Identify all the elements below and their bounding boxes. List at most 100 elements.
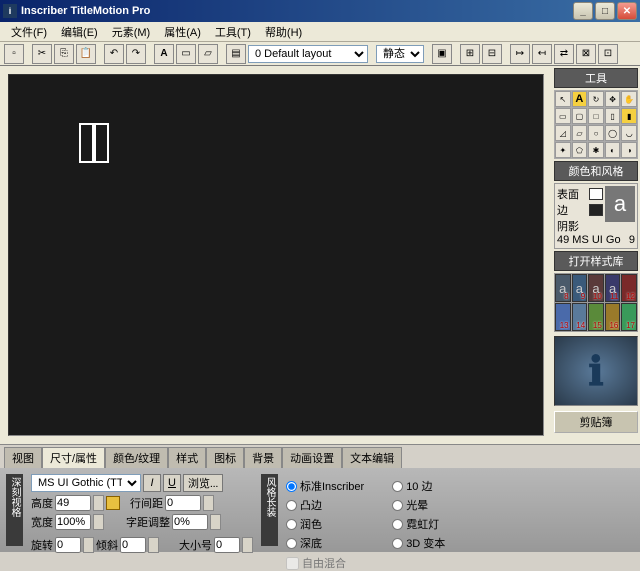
close-button[interactable]: ✕ [617,2,637,20]
menu-attr[interactable]: 属性(A) [157,24,208,40]
tab-anim[interactable]: 动画设置 [282,447,342,468]
rotate-spin[interactable] [83,537,94,553]
vtab-style[interactable]: 风格长装 [261,474,278,546]
tab-style[interactable]: 样式 [168,447,206,468]
italic-button[interactable]: I [143,474,161,492]
radio-neon[interactable]: 霓虹灯 [392,516,470,532]
burst-tool[interactable]: ✱ [588,142,604,158]
clipboard-button[interactable]: 剪贴簿 [554,411,638,433]
star-tool[interactable]: ✦ [555,142,571,158]
radio-3d[interactable]: 3D 变本 [392,535,470,551]
size-input[interactable] [214,537,240,553]
skew-spin[interactable] [148,537,159,553]
tab-color[interactable]: 颜色/纹理 [105,447,168,468]
shape-tool-button[interactable]: ▱ [198,44,218,64]
menu-element[interactable]: 元素(M) [105,24,158,40]
redo-button[interactable]: ↷ [126,44,146,64]
menu-help[interactable]: 帮助(H) [258,24,309,40]
tab-size[interactable]: 尺寸/属性 [42,447,105,468]
linesp-input[interactable] [165,495,201,511]
width-input[interactable] [55,514,91,530]
layout-select[interactable]: 0 Default layout [248,45,368,63]
style-cell[interactable]: a11 [605,274,621,302]
tool-btn-c[interactable]: ⊟ [482,44,502,64]
style-cell[interactable]: 12 [621,274,637,302]
maximize-button[interactable]: □ [595,2,615,20]
size-spin[interactable] [242,537,253,553]
tool-btn-a[interactable]: ▣ [432,44,452,64]
radio-convex[interactable]: 凸边 [286,497,364,513]
tool-btn-d[interactable]: ↦ [510,44,530,64]
frame-tool[interactable]: ▯ [605,108,621,124]
height-spin[interactable] [93,495,104,511]
radio-10edge[interactable]: 10 边 [392,478,470,494]
tool-btn-g[interactable]: ⊠ [576,44,596,64]
rotate-tool[interactable]: ↻ [588,91,604,107]
style-cell[interactable]: 15 [588,303,604,331]
new-button[interactable]: ▫ [4,44,24,64]
undo-button[interactable]: ↶ [104,44,124,64]
style-cell[interactable]: a9 [572,274,588,302]
lock-icon[interactable] [106,496,120,510]
tool-btn-h[interactable]: ⊡ [598,44,618,64]
tri-tool[interactable]: ◿ [555,125,571,141]
rect-tool[interactable]: ▭ [555,108,571,124]
height-input[interactable] [55,495,91,511]
poly-tool[interactable]: ⬠ [572,142,588,158]
tool-btn-f[interactable]: ⇄ [554,44,574,64]
misc-tool-1[interactable]: ◐ [605,142,621,158]
roundrect-tool[interactable]: ▢ [572,108,588,124]
style-cell[interactable]: 17 [621,303,637,331]
menu-file[interactable]: 文件(F) [4,24,54,40]
layout-icon[interactable]: ▤ [226,44,246,64]
menu-edit[interactable]: 编辑(E) [54,24,105,40]
freemix-check[interactable]: 自由混合 [286,555,470,571]
hand-tool[interactable]: ✋ [621,91,637,107]
radio-glossy[interactable]: 润色 [286,516,364,532]
radio-glow[interactable]: 光晕 [392,497,470,513]
tab-view[interactable]: 视图 [4,447,42,468]
style-cell[interactable]: a10 [588,274,604,302]
tab-icon[interactable]: 图标 [206,447,244,468]
copy-button[interactable]: ⎘ [54,44,74,64]
skew-input[interactable] [120,537,146,553]
tab-bg[interactable]: 背景 [244,447,282,468]
text-tool-button[interactable]: A [154,44,174,64]
move-tool[interactable]: ✥ [605,91,621,107]
rotate-input[interactable] [55,537,81,553]
style-cell[interactable]: 14 [572,303,588,331]
paste-button[interactable]: 📋 [76,44,96,64]
surface-swatch[interactable] [589,188,603,200]
vtab-deep[interactable]: 深刻视格 [6,474,23,546]
square-tool[interactable]: □ [588,108,604,124]
font-select[interactable]: MS UI Gothic (TT) [31,474,141,492]
misc-tool-2[interactable]: ◑ [621,142,637,158]
minimize-button[interactable]: _ [573,2,593,20]
pointer-tool[interactable]: ↖ [555,91,571,107]
cut-button[interactable]: ✂ [32,44,52,64]
browse-button[interactable]: 浏览... [183,474,223,492]
text-tool[interactable]: A [572,91,588,107]
edge-swatch[interactable] [589,204,603,216]
kern-input[interactable] [172,514,208,530]
canvas-area[interactable] [8,74,544,436]
width-spin[interactable] [93,514,104,530]
tool-btn-b[interactable]: ⊞ [460,44,480,64]
linesp-spin[interactable] [203,495,214,511]
arc-tool[interactable]: ◡ [621,125,637,141]
para-tool[interactable]: ▱ [572,125,588,141]
select-tool-button[interactable]: ▭ [176,44,196,64]
radio-standard[interactable]: 标准Inscriber [286,478,364,494]
highlight-tool[interactable]: ▮ [621,108,637,124]
tab-textedit[interactable]: 文本编辑 [342,447,402,468]
underline-button[interactable]: U [163,474,181,492]
style-cell[interactable]: 16 [605,303,621,331]
ellipse-tool[interactable]: ◯ [605,125,621,141]
style-cell[interactable]: 13 [555,303,571,331]
tool-btn-e[interactable]: ↤ [532,44,552,64]
static-select[interactable]: 静态 [376,45,424,63]
radio-deep[interactable]: 深底 [286,535,364,551]
kern-spin[interactable] [210,514,221,530]
style-cell[interactable]: a8 [555,274,571,302]
circle-tool[interactable]: ○ [588,125,604,141]
